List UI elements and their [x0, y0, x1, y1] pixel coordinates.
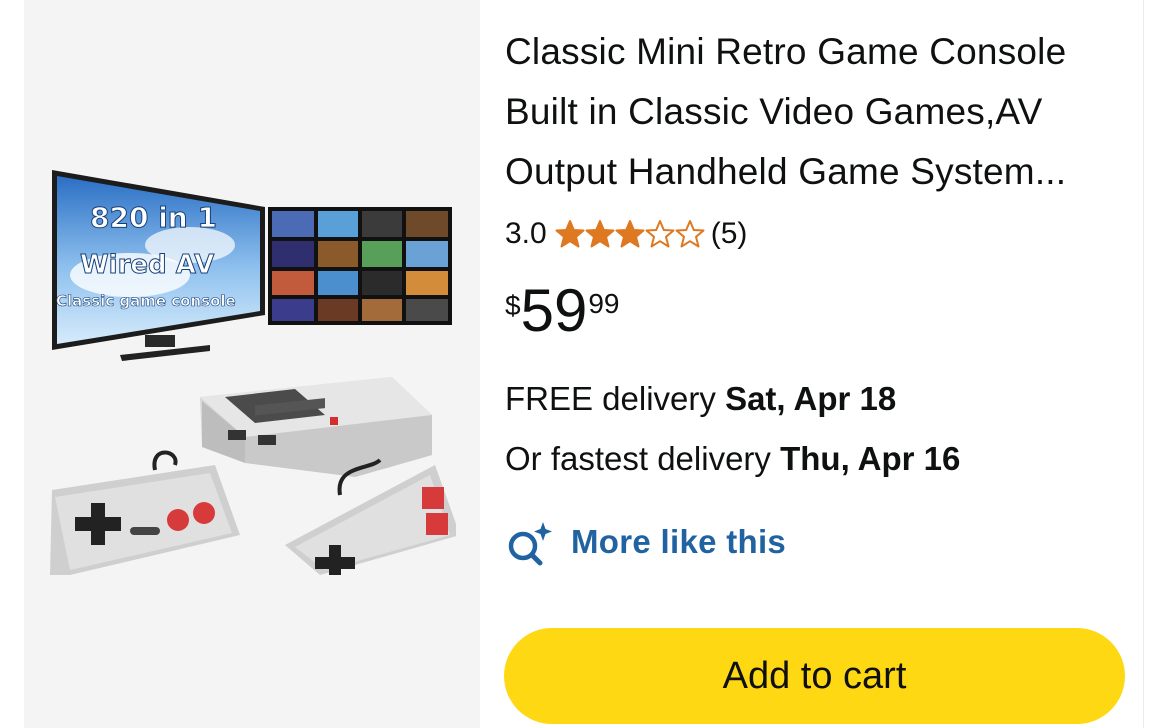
visual-search-sparkle-icon — [508, 522, 552, 566]
product-image[interactable]: 820 in 1 Wired AV Classic game console — [50, 165, 456, 575]
more-like-this-link[interactable]: More like this — [505, 518, 786, 566]
rating-row[interactable]: 3.0 (5) — [505, 212, 747, 256]
star-empty-icon — [645, 220, 675, 248]
fastest-delivery: Or fastest delivery Thu, Apr 16 — [505, 440, 960, 478]
free-delivery-label: FREE delivery — [505, 380, 726, 417]
card-divider — [1143, 0, 1144, 728]
price-currency: $ — [505, 290, 521, 321]
free-delivery: FREE delivery Sat, Apr 18 — [505, 380, 896, 418]
star-filled-icon — [615, 220, 645, 248]
add-to-cart-button[interactable]: Add to cart — [504, 628, 1125, 724]
price-whole: 59 — [520, 277, 588, 344]
svg-text:820 in 1: 820 in 1 — [90, 201, 217, 234]
svg-text:Classic game console: Classic game console — [56, 292, 236, 310]
fastest-delivery-label: Or fastest delivery — [505, 440, 781, 477]
product-image-panel[interactable]: 820 in 1 Wired AV Classic game console — [24, 0, 480, 728]
free-delivery-date: Sat, Apr 18 — [725, 380, 897, 417]
price: $ 59 99 — [505, 278, 619, 344]
search-result-card: 820 in 1 Wired AV Classic game console C… — [0, 0, 1170, 728]
svg-text:Wired AV: Wired AV — [80, 250, 214, 280]
more-like-this-label: More like this — [571, 523, 787, 560]
rating-stars — [555, 219, 705, 249]
fastest-delivery-date: Thu, Apr 16 — [780, 440, 961, 477]
star-empty-icon — [675, 220, 705, 248]
review-count[interactable]: (5) — [711, 217, 748, 251]
rating-value: 3.0 — [505, 217, 547, 250]
product-title[interactable]: Classic Mini Retro Game Console Built in… — [505, 22, 1125, 202]
star-filled-icon — [555, 220, 585, 248]
star-filled-icon — [585, 220, 615, 248]
price-fraction: 99 — [588, 288, 620, 319]
